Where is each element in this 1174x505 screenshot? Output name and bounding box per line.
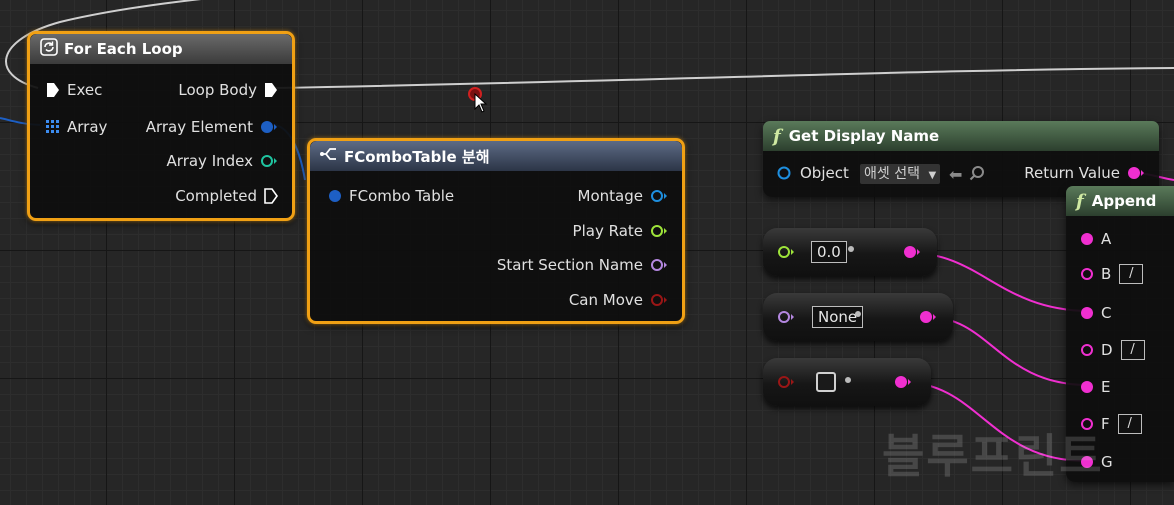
mouse-cursor-icon — [474, 93, 488, 113]
boolean-pin-icon — [651, 294, 667, 306]
pin-label-completed: Completed — [175, 187, 257, 205]
string-pin-icon — [1081, 233, 1093, 245]
object-pin-icon — [651, 190, 667, 202]
pin-label-play-rate: Play Rate — [572, 222, 643, 240]
pin-object-in[interactable]: Object — [777, 164, 849, 182]
bool-checkbox[interactable] — [816, 372, 836, 392]
float-value-field[interactable]: 0.0 — [811, 241, 847, 263]
string-pin-icon — [1081, 307, 1093, 319]
break-node-header[interactable]: FComboTable 분해 — [310, 141, 682, 171]
exec-pin-icon — [47, 83, 59, 97]
name-value-field[interactable]: None — [812, 306, 864, 328]
pin-label-return-value: Return Value — [1024, 164, 1120, 182]
pin-label-array: Array — [67, 118, 108, 136]
pin-label-start-section-name: Start Section Name — [496, 256, 643, 274]
boolean-pin-icon[interactable] — [777, 375, 795, 389]
pin-label-object: Object — [800, 164, 849, 182]
get-display-name-title: Get Display Name — [788, 127, 940, 145]
array-grid-icon — [46, 120, 59, 133]
append-header[interactable]: f Append — [1066, 186, 1174, 216]
browse-search-icon[interactable] — [969, 165, 985, 185]
pin-montage[interactable]: Montage — [578, 187, 668, 205]
for-each-loop-node[interactable]: For Each Loop Exec Array Loop Body Array… — [27, 31, 295, 221]
break-struct-icon — [320, 146, 338, 166]
pin-append-a[interactable]: A — [1080, 230, 1111, 248]
float-to-string-node[interactable]: 0.0 — [763, 228, 937, 276]
exec-pin-icon — [265, 83, 277, 97]
string-pin-icon[interactable] — [919, 310, 937, 324]
asset-picker-dropdown[interactable]: 애셋 선택 ▼ — [860, 164, 941, 184]
float-pin-icon — [651, 225, 667, 237]
loop-icon — [40, 38, 58, 60]
pin-label-a: A — [1101, 230, 1112, 248]
chevron-down-icon: ▼ — [928, 170, 937, 181]
pin-label-array-element: Array Element — [145, 118, 253, 136]
pin-can-move[interactable]: Can Move — [569, 291, 668, 309]
pin-array-in[interactable]: Array — [46, 118, 107, 136]
pin-append-b[interactable]: B / — [1080, 264, 1144, 284]
pin-array-element[interactable]: Array Element — [146, 118, 278, 136]
break-fcombotable-node[interactable]: FComboTable 분해 FCombo Table Montage Play… — [307, 138, 685, 324]
pin-label-can-move: Can Move — [568, 291, 643, 309]
pin-array-index[interactable]: Array Index — [167, 152, 278, 170]
use-selected-arrow-icon[interactable]: ⬅ — [949, 165, 962, 184]
asset-picker-label: 애셋 선택 — [864, 166, 920, 182]
pin-completed[interactable]: Completed — [175, 187, 278, 205]
break-node-title: FComboTable 분해 — [344, 147, 490, 166]
string-field-f[interactable]: / — [1117, 414, 1142, 434]
pin-play-rate[interactable]: Play Rate — [573, 222, 668, 240]
get-display-name-header[interactable]: f Get Display Name — [763, 121, 1159, 151]
pin-exec-in[interactable]: Exec — [46, 81, 102, 99]
for-each-loop-header[interactable]: For Each Loop — [30, 34, 292, 64]
string-pin-outline-icon — [1081, 268, 1093, 280]
string-pin-icon — [1081, 381, 1093, 393]
pin-label-c: C — [1101, 304, 1112, 322]
function-icon: f — [1076, 190, 1084, 212]
struct-pin-icon — [329, 190, 341, 202]
object-pin-icon — [777, 166, 791, 180]
string-field-b[interactable]: / — [1119, 264, 1144, 284]
value-dot — [845, 377, 851, 383]
value-dot — [855, 311, 861, 317]
pin-loop-body[interactable]: Loop Body — [178, 81, 278, 99]
value-dot — [848, 246, 854, 252]
append-title: Append — [1091, 192, 1157, 210]
name-pin-icon — [651, 259, 667, 271]
pin-fcombo-table-in[interactable]: FCombo Table — [328, 187, 454, 205]
pin-start-section-name[interactable]: Start Section Name — [497, 256, 668, 274]
pin-label-fcombo-table: FCombo Table — [349, 187, 455, 205]
pin-label-e: E — [1101, 378, 1111, 396]
function-icon: f — [773, 125, 781, 147]
string-pin-icon[interactable] — [894, 375, 912, 389]
bool-to-string-node[interactable] — [763, 358, 931, 406]
pin-return-value[interactable]: Return Value — [1024, 164, 1145, 182]
string-pin-icon — [1128, 167, 1144, 179]
pin-append-c[interactable]: C — [1080, 304, 1111, 322]
integer-pin-icon — [261, 155, 277, 167]
pin-label-array-index: Array Index — [166, 152, 253, 170]
pin-label-montage: Montage — [577, 187, 643, 205]
pin-label-loop-body: Loop Body — [178, 81, 257, 99]
string-pin-icon[interactable] — [903, 245, 921, 259]
pin-label-b: B — [1101, 265, 1112, 283]
string-pin-outline-icon — [1081, 344, 1093, 356]
pin-label-exec: Exec — [67, 81, 103, 99]
pin-append-e[interactable]: E — [1080, 378, 1110, 396]
blueprint-watermark: 블루프린트 — [882, 429, 1104, 483]
name-pin-icon[interactable] — [777, 310, 795, 324]
struct-pin-icon — [261, 121, 277, 133]
pin-append-d[interactable]: D / — [1080, 340, 1145, 360]
for-each-loop-title: For Each Loop — [64, 40, 183, 58]
string-field-d[interactable]: / — [1120, 340, 1145, 360]
name-to-string-node[interactable]: None — [763, 293, 953, 341]
exec-pin-outline-icon — [264, 188, 278, 204]
pin-label-d: D — [1101, 341, 1113, 359]
float-pin-icon[interactable] — [777, 245, 795, 259]
exec-wire-loopbody — [274, 67, 1174, 89]
